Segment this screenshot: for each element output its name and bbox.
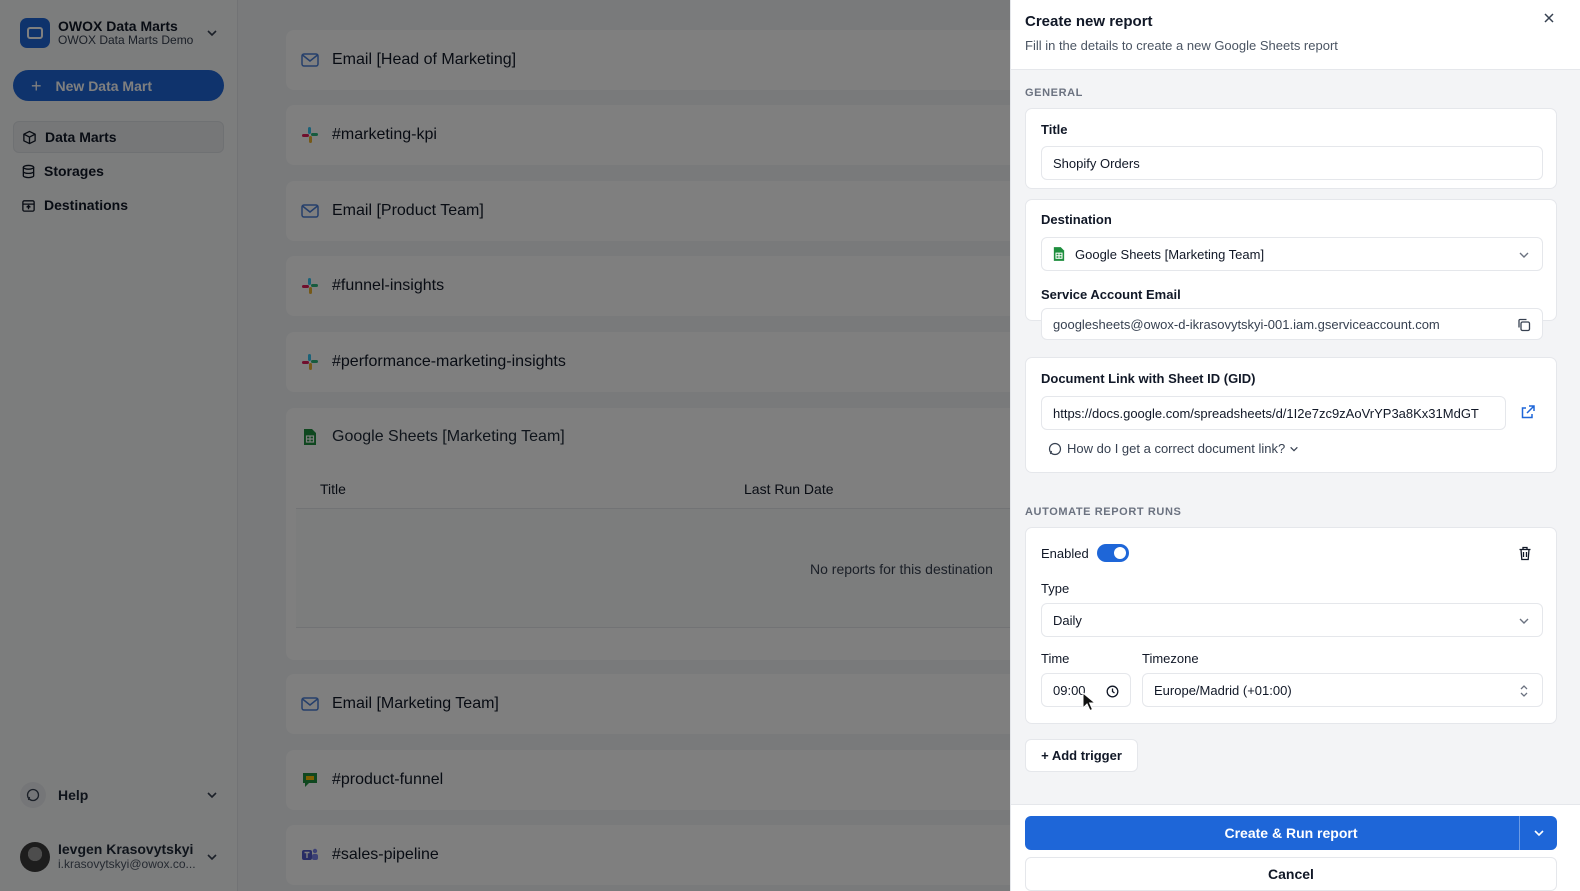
service-email-field: googlesheets@owox-d-ikrasovytskyi-001.ia… — [1041, 308, 1543, 340]
cancel-button[interactable]: Cancel — [1025, 857, 1557, 891]
title-label: Title — [1041, 122, 1068, 137]
drawer-footer: Create & Run report Cancel — [1011, 804, 1580, 891]
chevron-down-icon[interactable] — [1519, 816, 1557, 850]
enabled-label: Enabled — [1041, 546, 1089, 561]
doc-link-input[interactable]: https://docs.google.com/spreadsheets/d/1… — [1041, 396, 1506, 430]
chevron-up-down-icon — [1516, 683, 1532, 699]
title-input[interactable]: Shopify Orders — [1041, 146, 1543, 180]
drawer-title: Create new report — [1025, 13, 1153, 30]
chevron-down-icon — [1516, 247, 1532, 263]
enabled-toggle[interactable] — [1097, 544, 1129, 562]
destination-card: Destination Google Sheets [Marketing Tea… — [1025, 199, 1557, 340]
doc-link-value: https://docs.google.com/spreadsheets/d/1… — [1053, 405, 1479, 421]
time-value: 09:00 — [1053, 682, 1086, 698]
clock-icon[interactable] — [1104, 683, 1120, 699]
type-value: Daily — [1053, 612, 1082, 628]
service-email-label: Service Account Email — [1041, 287, 1181, 302]
create-run-report-label: Create & Run report — [1224, 825, 1358, 841]
type-select[interactable]: Daily — [1041, 603, 1543, 637]
chevron-down-icon — [1516, 613, 1532, 629]
add-trigger-button[interactable]: + Add trigger — [1025, 739, 1138, 772]
mouse-cursor-icon — [1082, 692, 1096, 712]
modal-backdrop[interactable] — [0, 0, 1010, 891]
doc-link-hint: How do I get a correct document link? — [1067, 441, 1286, 456]
close-icon[interactable] — [1541, 10, 1557, 26]
title-value: Shopify Orders — [1053, 155, 1140, 171]
create-run-report-button[interactable]: Create & Run report — [1025, 816, 1557, 850]
service-email-value: googlesheets@owox-d-ikrasovytskyi-001.ia… — [1053, 316, 1440, 332]
destination-label: Destination — [1041, 212, 1112, 227]
doc-link-help-toggle[interactable]: How do I get a correct document link? — [1048, 441, 1304, 456]
help-chat-icon — [1048, 442, 1062, 455]
copy-icon[interactable] — [1516, 317, 1532, 333]
google-sheets-icon — [1053, 247, 1065, 261]
timezone-label: Timezone — [1142, 651, 1199, 666]
title-card: Title Shopify Orders — [1025, 108, 1557, 189]
destination-value: Google Sheets [Marketing Team] — [1075, 246, 1265, 262]
doc-link-label: Document Link with Sheet ID (GID) — [1041, 371, 1256, 386]
timezone-value: Europe/Madrid (+01:00) — [1154, 682, 1292, 698]
drawer-header: Create new report Fill in the details to… — [1011, 0, 1580, 70]
timezone-select[interactable]: Europe/Madrid (+01:00) — [1142, 673, 1543, 707]
section-automate-label: AUTOMATE REPORT RUNS — [1025, 506, 1182, 518]
external-link-icon[interactable] — [1520, 404, 1536, 420]
drawer-subtitle: Fill in the details to create a new Goog… — [1025, 38, 1338, 53]
destination-select[interactable]: Google Sheets [Marketing Team] — [1041, 237, 1543, 271]
chevron-down-icon — [1290, 446, 1299, 452]
time-label: Time — [1041, 651, 1070, 666]
document-link-card: Document Link with Sheet ID (GID) https:… — [1025, 357, 1557, 473]
create-report-drawer: Create new report Fill in the details to… — [1010, 0, 1580, 891]
trash-icon[interactable] — [1518, 546, 1532, 561]
trigger-card: Enabled Type Daily Time 09:00 Timezone E… — [1025, 527, 1557, 724]
type-label: Type — [1041, 581, 1070, 596]
section-general-label: GENERAL — [1025, 87, 1083, 99]
